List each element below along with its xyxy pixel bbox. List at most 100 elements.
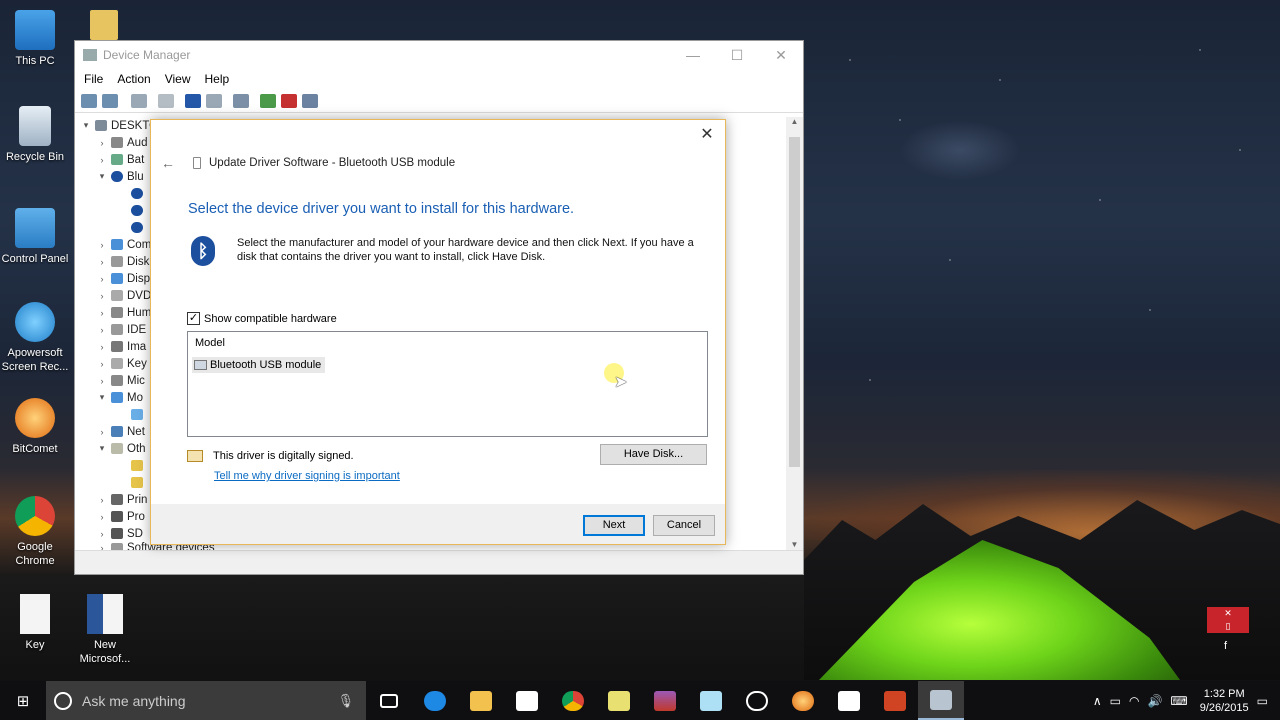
expand-arrow-icon[interactable]: › [97, 495, 107, 505]
monitor-icon [131, 409, 143, 420]
expand-arrow-icon[interactable]: › [97, 342, 107, 352]
action-center-icon[interactable]: ▭ [1257, 694, 1268, 708]
cancel-button[interactable]: Cancel [653, 515, 715, 536]
microphone-icon[interactable]: 🎙 [337, 693, 354, 709]
network-icon [111, 426, 123, 437]
taskbar-photos[interactable] [826, 681, 872, 720]
scroll-down-icon[interactable]: ▼ [786, 540, 803, 549]
monitor-icon [111, 392, 123, 403]
keyboard-icon[interactable]: ⌨ [1170, 694, 1187, 708]
driver-signing-link[interactable]: Tell me why driver signing is important [214, 470, 400, 482]
expand-arrow-icon[interactable]: › [97, 240, 107, 250]
desktop-icon-key[interactable]: Key [0, 594, 70, 652]
scroll-thumb[interactable] [789, 137, 800, 467]
view-icon[interactable] [206, 93, 222, 108]
start-button[interactable]: ⊞ [0, 681, 46, 720]
scan-hardware-icon[interactable] [233, 93, 249, 108]
expand-arrow-icon[interactable]: › [97, 376, 107, 386]
scroll-up-icon[interactable]: ▲ [786, 117, 803, 126]
uninstall-icon[interactable] [281, 93, 297, 108]
menu-help[interactable]: Help [205, 72, 230, 86]
taskbar-device-manager[interactable] [918, 681, 964, 720]
expand-arrow-icon[interactable]: › [97, 274, 107, 284]
forward-icon[interactable] [102, 93, 118, 108]
volume-icon[interactable]: 🔊 [1147, 694, 1162, 708]
archive-icon [654, 690, 676, 711]
expand-arrow-icon[interactable]: › [97, 325, 107, 335]
expand-arrow-icon[interactable]: › [97, 512, 107, 522]
have-disk-button[interactable]: Have Disk... [600, 444, 707, 465]
next-button[interactable]: Next [583, 515, 645, 536]
show-compatible-hardware-row[interactable]: ✓ Show compatible hardware [187, 312, 337, 325]
taskbar-chrome[interactable] [550, 681, 596, 720]
expand-arrow-icon[interactable]: › [97, 529, 107, 539]
help-icon[interactable] [185, 93, 201, 108]
show-hide-tree-icon[interactable] [131, 93, 147, 108]
collapse-arrow-icon[interactable]: ▾ [81, 120, 91, 131]
battery-icon[interactable]: ▭ [1110, 694, 1121, 708]
expand-arrow-icon[interactable]: › [97, 427, 107, 437]
desktop-icon-apowersoft[interactable]: Apowersoft Screen Rec... [0, 302, 70, 374]
back-icon[interactable] [81, 93, 97, 108]
hardware-device-icon [194, 360, 207, 370]
chrome-icon [15, 496, 55, 536]
model-list[interactable]: Model Bluetooth USB module [187, 331, 708, 437]
update-driver-icon[interactable] [260, 93, 276, 108]
taskbar-notes[interactable] [596, 681, 642, 720]
update-driver-dialog[interactable]: ✕ ← Update Driver Software - Bluetooth U… [150, 119, 726, 545]
back-arrow-icon[interactable]: ← [161, 155, 175, 171]
model-column-header[interactable]: Model [188, 332, 707, 354]
collapse-arrow-icon[interactable]: ▾ [97, 443, 107, 454]
wifi-icon[interactable]: ◠ [1129, 694, 1139, 708]
add-legacy-hardware-icon[interactable] [302, 93, 318, 108]
dialog-close-button[interactable]: ✕ [697, 124, 717, 144]
tree-scrollbar[interactable]: ▲ ▼ [786, 117, 803, 551]
taskbar-tool[interactable] [688, 681, 734, 720]
desktop-icon-chrome[interactable]: Google Chrome [0, 496, 70, 568]
taskbar-winrar[interactable] [642, 681, 688, 720]
menu-file[interactable]: File [84, 72, 103, 86]
menu-action[interactable]: Action [117, 72, 150, 86]
cortana-search-box[interactable]: Ask me anything 🎙 [46, 681, 366, 720]
tree-label: Oth [127, 442, 146, 455]
dialog-description: Select the manufacturer and model of you… [237, 237, 694, 263]
expand-arrow-icon[interactable]: › [97, 359, 107, 369]
maximize-button[interactable]: ☐ [715, 47, 759, 64]
expand-arrow-icon[interactable]: › [97, 138, 107, 148]
desktop-icon-this-pc[interactable]: This PC [0, 10, 70, 68]
expand-arrow-icon[interactable]: › [97, 155, 107, 165]
expand-arrow-icon[interactable]: › [97, 308, 107, 318]
taskbar-bitcomet[interactable] [780, 681, 826, 720]
taskbar-powerpoint[interactable] [872, 681, 918, 720]
desktop-icon-word-doc[interactable]: New Microsof... [70, 594, 140, 666]
notification-badge[interactable]: ✕ ▯ [1207, 607, 1249, 633]
device-manager-titlebar[interactable]: Device Manager — ☐ ✕ [75, 41, 803, 69]
desktop-icon-recycle-bin[interactable]: Recycle Bin [0, 106, 70, 164]
tree-label: Mo [127, 391, 143, 404]
menu-view[interactable]: View [165, 72, 191, 86]
dvd-icon [111, 290, 123, 301]
folder-icon[interactable] [90, 10, 118, 40]
task-view-button[interactable] [366, 681, 412, 720]
taskbar-xbox[interactable] [734, 681, 780, 720]
model-list-item[interactable]: Bluetooth USB module [192, 357, 326, 373]
expand-arrow-icon[interactable]: › [97, 291, 107, 301]
show-compatible-checkbox[interactable]: ✓ [187, 312, 200, 325]
taskbar-edge[interactable] [412, 681, 458, 720]
expand-arrow-icon[interactable]: › [97, 257, 107, 267]
properties-icon[interactable] [158, 93, 174, 108]
collapse-arrow-icon[interactable]: ▾ [97, 171, 107, 182]
taskbar-store[interactable] [504, 681, 550, 720]
taskbar: ⊞ Ask me anything 🎙 ∧ ▭ ◠ 🔊 ⌨ 1:32 PM 9/… [0, 681, 1280, 720]
desktop-icon-bitcomet[interactable]: BitComet [0, 398, 70, 456]
computer-icon [95, 120, 107, 131]
desktop-icon-label: Apowersoft Screen Rec... [1, 347, 69, 373]
minimize-button[interactable]: — [671, 47, 715, 64]
taskbar-file-explorer[interactable] [458, 681, 504, 720]
close-button[interactable]: ✕ [759, 47, 803, 64]
clock[interactable]: 1:32 PM 9/26/2015 [1200, 687, 1249, 715]
tree-label: Bat [127, 153, 145, 166]
collapse-arrow-icon[interactable]: ▾ [97, 392, 107, 403]
desktop-icon-control-panel[interactable]: Control Panel [0, 208, 70, 266]
show-hidden-icons-icon[interactable]: ∧ [1093, 694, 1102, 708]
